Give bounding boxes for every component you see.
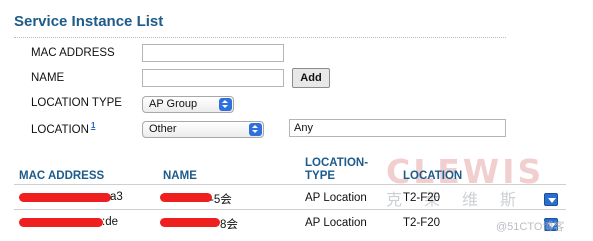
redaction-mark xyxy=(19,193,111,202)
column-header-mac: MAC ADDRESS xyxy=(19,170,105,182)
redaction-mark xyxy=(19,218,103,227)
redaction-mark xyxy=(160,193,212,202)
location-type-label: LOCATION TYPE xyxy=(31,97,122,109)
table-cell-name: 8会 xyxy=(220,219,238,231)
table-cell-location-type: AP Location xyxy=(305,192,367,204)
location-select[interactable]: Other xyxy=(142,121,264,138)
watermark-credit: @51CTO博客 xyxy=(496,221,565,233)
location-label-text: LOCATION xyxy=(31,124,89,136)
table-cell-location: T2-F20 xyxy=(403,217,441,229)
select-arrows-icon xyxy=(249,123,262,136)
column-header-name: NAME xyxy=(163,170,197,182)
name-label: NAME xyxy=(31,72,65,84)
table-cell-mac: :de xyxy=(102,216,118,228)
row-dropdown-button[interactable] xyxy=(544,193,558,206)
table-cell-name: -5会 xyxy=(210,194,232,206)
table-row-divider xyxy=(14,209,566,210)
mac-address-input[interactable] xyxy=(142,44,284,62)
column-header-location: LOCATION xyxy=(403,170,463,182)
location-label: LOCATION 1 xyxy=(31,121,95,136)
column-header-location-type: LOCATION- TYPE xyxy=(305,157,368,183)
select-arrows-icon xyxy=(219,98,232,111)
location-help-link[interactable]: 1 xyxy=(91,121,95,130)
table-header-divider xyxy=(14,184,566,185)
location-type-value: AP Group xyxy=(149,98,198,110)
name-input[interactable] xyxy=(142,69,284,87)
location-type-select[interactable]: AP Group xyxy=(142,96,234,113)
location-select-value: Other xyxy=(149,123,177,135)
table-cell-location: T2-F20 xyxy=(403,192,441,204)
column-header-location-type-line1: LOCATION- xyxy=(305,157,369,169)
column-header-location-type-line2: TYPE xyxy=(305,170,336,182)
mac-address-label: MAC ADDRESS xyxy=(31,47,115,59)
table-cell-mac: a3 xyxy=(110,191,123,203)
page-title: Service Instance List xyxy=(14,13,164,30)
add-button[interactable]: Add xyxy=(292,68,330,88)
table-cell-location-type: AP Location xyxy=(305,217,367,229)
location-text-input[interactable] xyxy=(289,119,506,137)
redaction-mark xyxy=(160,218,220,227)
title-divider xyxy=(14,37,506,38)
